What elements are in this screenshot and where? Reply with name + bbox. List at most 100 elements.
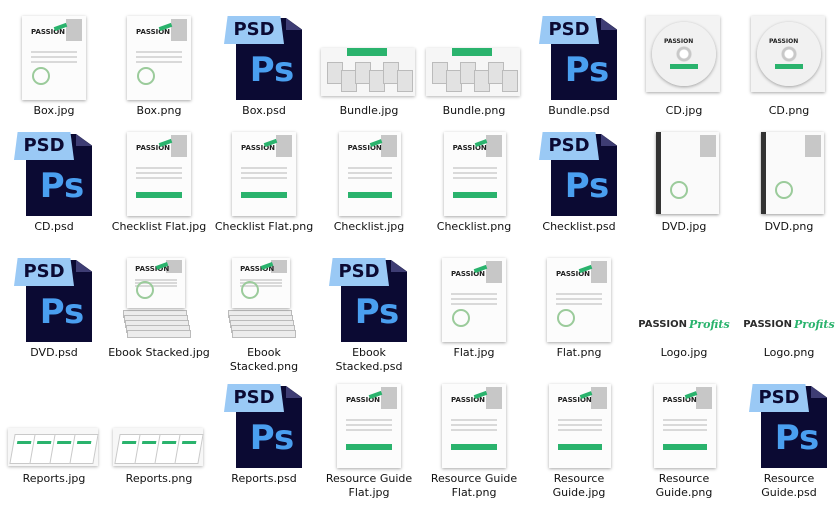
file-item[interactable]: Ps PSD Ebook Stacked.psd <box>317 252 421 374</box>
decor-block <box>380 387 398 410</box>
file-name: Logo.jpg <box>660 346 708 359</box>
photoshop-file-icon: Ps PSD <box>747 384 831 470</box>
thumbnail-banner <box>135 192 183 199</box>
document-thumbnail: PASSION <box>127 132 191 216</box>
file-thumbnail: Ps PSD <box>2 252 106 344</box>
ps-mark: Ps <box>39 166 85 206</box>
text-line <box>662 429 708 432</box>
file-name: Checklist Flat.png <box>214 220 314 233</box>
photoshop-file-icon: Ps PSD <box>12 132 96 218</box>
file-thumbnail: Ps PSD <box>2 126 106 218</box>
disc-banner <box>670 64 698 69</box>
photoshop-file-icon: Ps PSD <box>12 258 96 344</box>
report-accent <box>16 441 32 444</box>
file-item[interactable]: PASSION Checklist.png <box>422 126 526 248</box>
file-item[interactable]: PASSION Profits Logo.jpg <box>632 252 736 374</box>
text-line <box>557 429 603 432</box>
file-item[interactable]: Reports.jpg <box>2 378 106 500</box>
disc-title: PASSION <box>664 38 694 45</box>
file-item[interactable]: Ps PSD DVD.psd <box>2 252 106 374</box>
file-item[interactable]: PASSION Resource Guide.png <box>632 378 736 500</box>
file-thumbnail: PASSION <box>527 378 631 470</box>
file-name: Reports.png <box>125 472 193 485</box>
report-accent <box>76 441 92 444</box>
file-item[interactable]: PASSION CD.jpg <box>632 10 736 132</box>
file-item[interactable]: Reports.png <box>107 378 211 500</box>
file-item[interactable]: PASSION Box.jpg <box>2 10 106 132</box>
file-item[interactable]: Ps PSD Box.psd <box>212 10 316 132</box>
fingerprint-icon <box>136 281 155 299</box>
file-item[interactable]: PASSION Ebook Stacked.png <box>212 252 316 374</box>
decor-block <box>590 261 608 284</box>
decor-block <box>485 261 503 284</box>
file-item[interactable]: PASSION Checklist Flat.jpg <box>107 126 211 248</box>
decor-block <box>170 135 188 158</box>
ps-mark: Ps <box>354 292 400 332</box>
text-line <box>135 61 183 64</box>
file-item[interactable]: PASSION Resource Guide Flat.png <box>422 378 526 500</box>
file-item[interactable]: Ps PSD Bundle.psd <box>527 10 631 132</box>
bundle-item <box>397 70 413 92</box>
file-item[interactable]: PASSION Checklist Flat.png <box>212 126 316 248</box>
file-item[interactable]: PASSION Box.png <box>107 10 211 132</box>
file-thumbnail: Ps PSD <box>737 378 838 470</box>
file-name: Checklist Flat.jpg <box>111 220 207 233</box>
thumbnail-banner <box>452 192 498 199</box>
file-item[interactable]: Ps PSD Reports.psd <box>212 378 316 500</box>
file-thumbnail: PASSION <box>632 378 736 470</box>
disc-icon: PASSION <box>757 22 821 86</box>
bundle-top-bar <box>452 48 492 56</box>
document-thumbnail: PASSION <box>337 384 401 468</box>
file-item[interactable]: PASSION Resource Guide Flat.jpg <box>317 378 421 500</box>
ps-mark: Ps <box>249 418 295 458</box>
file-thumbnail: Ps PSD <box>527 10 631 102</box>
document-thumbnail: PASSION <box>442 258 506 342</box>
file-name: Checklist.jpg <box>333 220 405 233</box>
file-thumbnail <box>737 126 838 218</box>
file-name: Bundle.png <box>442 104 506 117</box>
decor-block <box>591 387 608 410</box>
file-name: Resource Guide.png <box>655 472 713 499</box>
report-accent <box>121 441 137 444</box>
file-item[interactable]: PASSION Profits Logo.png <box>737 252 838 374</box>
file-item[interactable]: Ps PSD Resource Guide.psd <box>737 378 838 500</box>
document-thumbnail: PASSION <box>232 258 290 308</box>
ps-mark: Ps <box>249 50 295 90</box>
file-item[interactable]: PASSION Checklist.jpg <box>317 126 421 248</box>
fingerprint-icon <box>137 66 156 85</box>
report-accent <box>161 441 177 444</box>
file-name: Flat.jpg <box>453 346 495 359</box>
file-name: Resource Guide.psd <box>761 472 817 499</box>
text-line <box>450 419 498 422</box>
decor-block <box>486 135 503 158</box>
file-item[interactable]: Ps PSD Checklist.psd <box>527 126 631 248</box>
reports-image <box>113 428 204 466</box>
dvd-case <box>656 132 719 214</box>
file-name: Ebook Stacked.psd <box>335 346 403 373</box>
file-item[interactable]: DVD.png <box>737 126 838 248</box>
text-line <box>345 429 393 432</box>
file-item[interactable]: Ps PSD CD.psd <box>2 126 106 248</box>
decor-block <box>700 135 716 157</box>
file-thumbnail: PASSION <box>212 252 316 344</box>
passion-profits-logo: PASSION Profits <box>632 314 736 334</box>
file-name: DVD.png <box>764 220 814 233</box>
file-thumbnail: Ps PSD <box>212 378 316 470</box>
file-thumbnail: PASSION <box>632 10 736 102</box>
file-item[interactable]: PASSION Ebook Stacked.jpg <box>107 252 211 374</box>
file-item[interactable]: Bundle.jpg <box>317 10 421 132</box>
text-line <box>662 424 708 427</box>
file-item[interactable]: PASSION CD.png <box>737 10 838 132</box>
file-item[interactable]: PASSION Resource Guide.jpg <box>527 378 631 500</box>
file-thumbnail: Ps PSD <box>317 252 421 344</box>
file-item[interactable]: PASSION Flat.jpg <box>422 252 526 374</box>
text-line <box>347 172 393 175</box>
text-line <box>135 177 183 180</box>
file-item[interactable]: DVD.jpg <box>632 126 736 248</box>
file-item[interactable]: Bundle.png <box>422 10 526 132</box>
file-thumbnail: PASSION <box>422 378 526 470</box>
file-name: Ebook Stacked.png <box>229 346 299 373</box>
photoshop-file-icon: Ps PSD <box>327 258 411 344</box>
file-item[interactable]: PASSION Flat.png <box>527 252 631 374</box>
fingerprint-icon <box>241 281 260 299</box>
